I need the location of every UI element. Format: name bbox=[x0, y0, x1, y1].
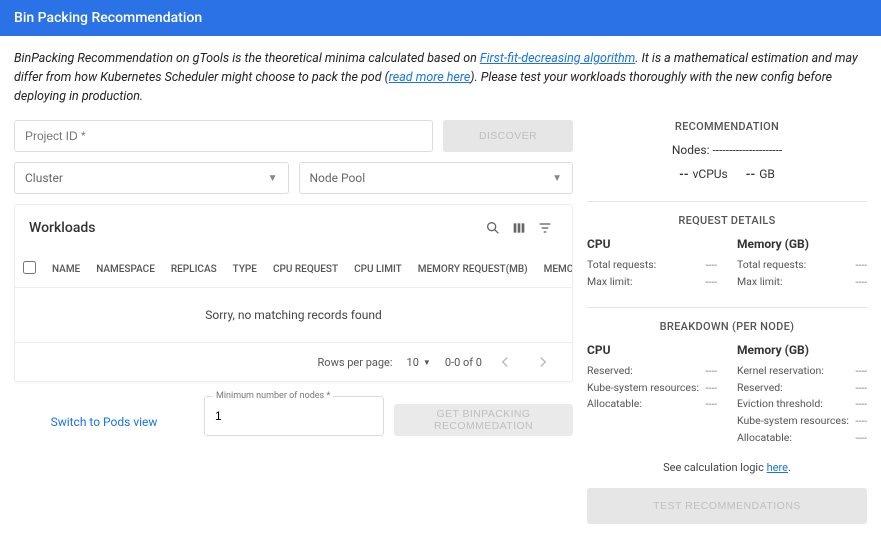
read-more-link[interactable]: read more here bbox=[389, 70, 470, 85]
cluster-select[interactable]: Cluster ▼ bbox=[14, 162, 289, 194]
intro-text: BinPacking Recommendation on gTools is t… bbox=[14, 50, 867, 106]
workloads-card: Workloads bbox=[14, 204, 573, 382]
app-title: Bin Packing Recommendation bbox=[14, 10, 202, 26]
col-cpu-request: CPU Request bbox=[265, 251, 346, 287]
col-name: Name bbox=[44, 251, 88, 287]
nodes-summary: Nodes: --------------------- bbox=[587, 143, 867, 157]
columns-icon[interactable] bbox=[506, 215, 532, 241]
ffd-link[interactable]: First-fit-decreasing algorithm bbox=[480, 51, 635, 66]
rows-per-page-label: Rows per page: bbox=[318, 356, 393, 369]
breakdown-title: Breakdown (per node) bbox=[587, 307, 867, 333]
memory-heading: Memory (GB) bbox=[737, 237, 867, 251]
discover-button[interactable]: Discover bbox=[443, 120, 573, 152]
test-recommendations-button[interactable]: Test Recommendations bbox=[587, 488, 867, 524]
app-header: Bin Packing Recommendation bbox=[0, 0, 881, 36]
col-replicas: Replicas bbox=[163, 251, 225, 287]
empty-state: Sorry, no matching records found bbox=[15, 287, 572, 342]
rows-per-page-select[interactable]: 10 ▼ bbox=[407, 356, 431, 369]
col-mem-request: Memory Request(MB) bbox=[410, 251, 536, 287]
calculation-text: See calculation logic here. bbox=[587, 461, 867, 474]
col-type: Type bbox=[225, 251, 265, 287]
nodepool-select[interactable]: Node Pool ▼ bbox=[299, 162, 574, 194]
workloads-table: Name Namespace Replicas Type CPU Request… bbox=[15, 251, 572, 287]
filter-icon[interactable] bbox=[532, 215, 558, 241]
col-mem-limit: Memory Limit(MB) bbox=[536, 251, 572, 287]
breakdown-cpu-heading: CPU bbox=[587, 343, 717, 357]
request-details-title: Request Details bbox=[587, 201, 867, 227]
min-nodes-input[interactable]: Minimum number of nodes * bbox=[204, 396, 384, 436]
workloads-title: Workloads bbox=[29, 220, 95, 236]
cpu-heading: CPU bbox=[587, 237, 717, 251]
calc-logic-link[interactable]: here bbox=[767, 461, 788, 474]
pagination-range: 0-0 of 0 bbox=[445, 356, 482, 369]
get-recommendation-button[interactable]: Get Binpacking Recommedation bbox=[394, 404, 573, 436]
switch-to-pods-link[interactable]: Switch to Pods view bbox=[51, 415, 158, 429]
chevron-down-icon: ▼ bbox=[268, 173, 278, 184]
recommendation-title: Recommendation bbox=[587, 120, 867, 133]
breakdown-mem-heading: Memory (GB) bbox=[737, 343, 867, 357]
col-namespace: Namespace bbox=[88, 251, 163, 287]
chevron-down-icon: ▼ bbox=[552, 173, 562, 184]
select-all-checkbox[interactable] bbox=[23, 261, 36, 274]
prev-page-button[interactable] bbox=[496, 353, 520, 371]
col-cpu-limit: CPU Limit bbox=[346, 251, 410, 287]
chevron-down-icon: ▼ bbox=[423, 358, 431, 367]
search-icon[interactable] bbox=[480, 215, 506, 241]
resource-summary: --vCPUs --GB bbox=[587, 167, 867, 181]
project-id-input[interactable] bbox=[14, 120, 433, 152]
next-page-button[interactable] bbox=[534, 353, 558, 371]
